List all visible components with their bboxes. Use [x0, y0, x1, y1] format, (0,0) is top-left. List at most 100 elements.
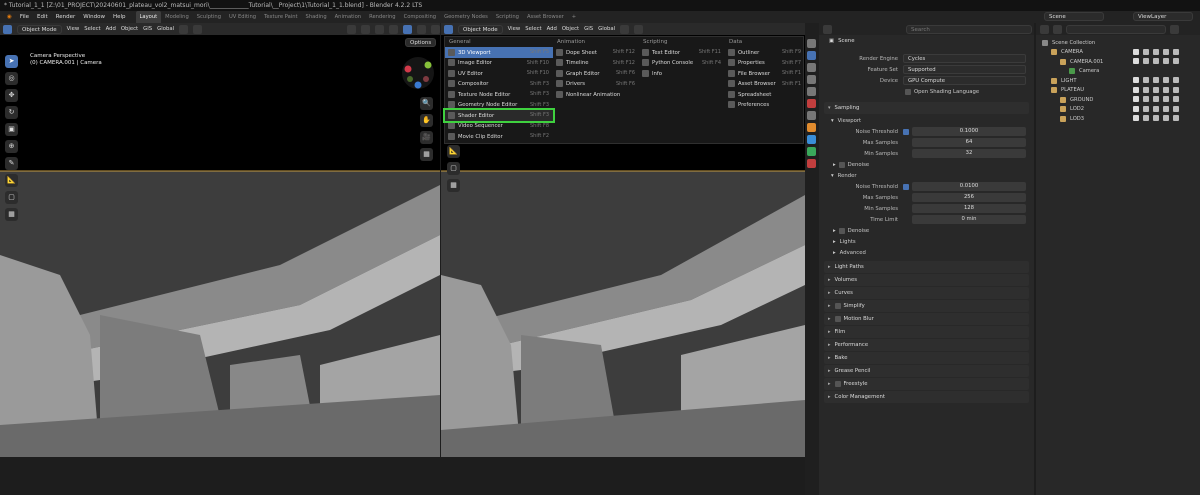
- panel-checkbox[interactable]: [834, 316, 841, 322]
- outliner-row[interactable]: CAMERA.001: [1036, 57, 1200, 67]
- osl-checkbox[interactable]: [905, 88, 911, 95]
- shading-material-icon[interactable]: [417, 24, 426, 34]
- scene-tab-icon[interactable]: [807, 87, 816, 96]
- tab-geometry-nodes[interactable]: Geometry Nodes: [440, 11, 492, 23]
- perspective-grid-icon[interactable]: ▦: [420, 148, 433, 161]
- menu-item-asset-browser[interactable]: Asset Browser Shift F1: [725, 79, 805, 90]
- denoise-checkbox[interactable]: [838, 161, 845, 168]
- shading-rendered-icon[interactable]: [431, 24, 440, 34]
- camera-view-icon[interactable]: 🎥: [420, 131, 433, 144]
- vp-noise-field[interactable]: 0.1000: [912, 127, 1026, 136]
- overlay-icon[interactable]: [375, 24, 384, 34]
- panel-grease-pencil[interactable]: ▸ Grease Pencil: [824, 365, 1029, 377]
- outliner-row[interactable]: Scene Collection: [1036, 38, 1200, 48]
- holdout-icon[interactable]: [1173, 48, 1179, 55]
- outliner-row[interactable]: CAMERA: [1036, 48, 1200, 58]
- camera-render-icon[interactable]: [1163, 86, 1169, 93]
- menu-item-preferences[interactable]: Preferences: [725, 100, 805, 111]
- checkbox-icon[interactable]: [1133, 105, 1139, 112]
- menu-item-text-editor[interactable]: Text Editor Shift F11: [639, 47, 725, 58]
- panel-volumes[interactable]: ▸ Volumes: [824, 274, 1029, 286]
- panel-checkbox[interactable]: [834, 303, 841, 309]
- holdout-icon[interactable]: [1173, 105, 1179, 112]
- menu-item-python-console[interactable]: Python Console Shift F4: [639, 58, 725, 69]
- panel-bake[interactable]: ▸ Bake: [824, 352, 1029, 364]
- cursor-tool-icon[interactable]: ◎: [5, 72, 18, 85]
- tab-texture-paint[interactable]: Texture Paint: [260, 11, 301, 23]
- xray-icon[interactable]: [389, 24, 398, 34]
- eye-icon[interactable]: [1153, 86, 1159, 93]
- menu-object[interactable]: Object: [562, 26, 579, 32]
- eye-icon[interactable]: [1153, 48, 1159, 55]
- menu-file[interactable]: File: [16, 11, 33, 23]
- menu-add[interactable]: Add: [106, 26, 116, 32]
- tab-layout[interactable]: Layout: [135, 11, 162, 23]
- advanced-subpanel[interactable]: ▸ Advanced: [819, 247, 1034, 258]
- menu-item-spreadsheet[interactable]: Spreadsheet: [725, 89, 805, 100]
- mode-dropdown[interactable]: Object Mode: [17, 24, 62, 34]
- physics-tab-icon[interactable]: [807, 147, 816, 156]
- visibility-icon[interactable]: [347, 24, 356, 34]
- add-cube-tool-icon[interactable]: ▢: [447, 162, 460, 175]
- camera-render-icon[interactable]: [1163, 48, 1169, 55]
- checkbox-icon[interactable]: [1133, 77, 1139, 83]
- panel-color-management[interactable]: ▸ Color Management: [824, 391, 1029, 403]
- measure-tool-icon[interactable]: 📐: [447, 145, 460, 158]
- outliner-search[interactable]: [1066, 24, 1166, 34]
- eye-icon[interactable]: [1153, 77, 1159, 83]
- menu-item-3d-viewport[interactable]: 3D Viewport Shift F5: [445, 47, 553, 58]
- menu-item-outliner[interactable]: Outliner Shift F9: [725, 47, 805, 58]
- menu-item-texture-node-editor[interactable]: Texture Node Editor Shift F3: [445, 89, 553, 100]
- render-subpanel[interactable]: ▾ Render: [819, 170, 1034, 181]
- scene-field[interactable]: Scene: [1044, 12, 1104, 21]
- menu-item-properties[interactable]: Properties Shift F7: [725, 58, 805, 69]
- menu-item-info[interactable]: Info: [639, 68, 725, 79]
- tab-asset-browser[interactable]: Asset Browser: [523, 11, 568, 23]
- menu-edit[interactable]: Edit: [33, 11, 52, 23]
- holdout-icon[interactable]: [1173, 96, 1179, 102]
- camera-render-icon[interactable]: [1163, 105, 1169, 112]
- checkbox-icon[interactable]: [1133, 96, 1139, 102]
- menu-item-video-sequencer[interactable]: Video Sequencer Shift F8: [445, 121, 553, 132]
- menu-window[interactable]: Window: [79, 11, 109, 23]
- eye-icon[interactable]: [1153, 115, 1159, 121]
- menu-item-dope-sheet[interactable]: Dope Sheet Shift F12: [553, 47, 639, 58]
- transform-orientation[interactable]: Global: [598, 26, 615, 32]
- editor-type-icon[interactable]: [444, 24, 453, 34]
- outliner-row[interactable]: GROUND: [1036, 95, 1200, 105]
- menu-view[interactable]: View: [67, 26, 80, 32]
- menu-select[interactable]: Select: [525, 26, 541, 32]
- menu-gis[interactable]: GIS: [143, 26, 152, 32]
- device-dropdown[interactable]: GPU Compute: [903, 76, 1026, 85]
- sampling-panel[interactable]: ▾ Sampling: [824, 102, 1029, 114]
- holdout-icon[interactable]: [1173, 86, 1179, 93]
- zoom-icon[interactable]: 🔍: [420, 97, 433, 110]
- select-arrow-icon[interactable]: [1143, 58, 1149, 64]
- editor-type-icon[interactable]: [1040, 24, 1049, 34]
- menu-render[interactable]: Render: [52, 11, 80, 23]
- tab-modeling[interactable]: Modeling: [161, 11, 193, 23]
- rotate-tool-icon[interactable]: ↻: [5, 106, 18, 119]
- select-arrow-icon[interactable]: [1143, 86, 1149, 93]
- tool-tab-icon[interactable]: [807, 39, 816, 48]
- panel-performance[interactable]: ▸ Performance: [824, 339, 1029, 351]
- tab-shading[interactable]: Shading: [302, 11, 331, 23]
- r-noise-checkbox[interactable]: [903, 183, 909, 190]
- r-min-field[interactable]: 128: [912, 204, 1026, 213]
- camera-render-icon[interactable]: [1163, 115, 1169, 121]
- panel-light-paths[interactable]: ▸ Light Paths: [824, 261, 1029, 273]
- pan-hand-icon[interactable]: ✋: [420, 114, 433, 127]
- navigation-gizmo-icon[interactable]: [400, 55, 436, 91]
- tab-compositing[interactable]: Compositing: [400, 11, 441, 23]
- menu-item-nonlinear-animation[interactable]: Nonlinear Animation: [553, 89, 639, 100]
- menu-add[interactable]: Add: [547, 26, 557, 32]
- menu-view[interactable]: View: [508, 26, 521, 32]
- checkbox-icon[interactable]: [1133, 86, 1139, 93]
- move-tool-icon[interactable]: ✥: [5, 89, 18, 102]
- checkbox-icon[interactable]: [1133, 58, 1139, 64]
- scale-tool-icon[interactable]: ▣: [5, 123, 18, 136]
- panel-checkbox[interactable]: [834, 381, 841, 387]
- mode-dropdown[interactable]: Object Mode: [458, 24, 503, 34]
- panel-freestyle[interactable]: ▸ Freestyle: [824, 378, 1029, 390]
- blender-logo-icon[interactable]: ◉: [3, 11, 16, 23]
